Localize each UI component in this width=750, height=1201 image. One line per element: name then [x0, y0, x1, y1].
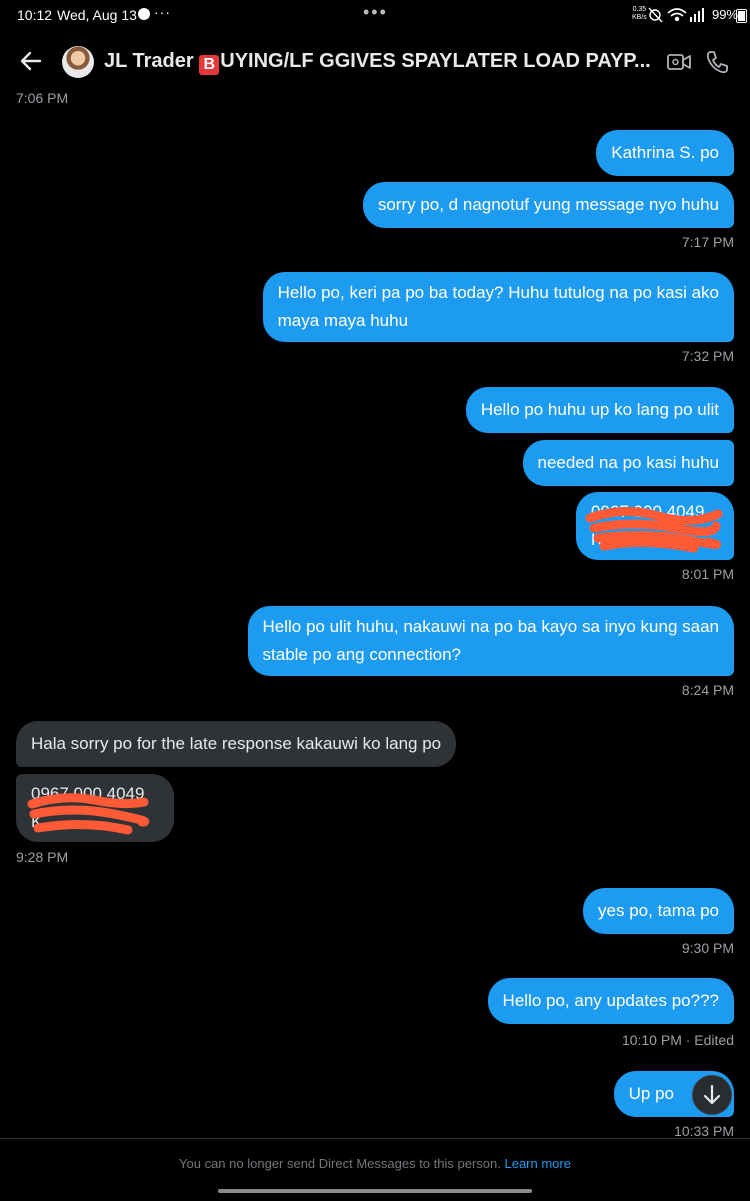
message-line: maya maya huhu	[277, 311, 409, 330]
outgoing-message-redacted[interactable]: 0967 000 4049 Ka...	[576, 492, 734, 560]
message-timestamp: 9:28 PM	[16, 849, 69, 865]
notice-text: You can no longer send Direct Messages t…	[179, 1156, 501, 1171]
outgoing-message[interactable]: Hello po, keri pa po ba today? Huhu tutu…	[262, 272, 734, 342]
redaction-scribble	[585, 506, 723, 553]
incoming-message-redacted[interactable]: 0967 000 4049 K...	[16, 774, 174, 842]
learn-more-link[interactable]: Learn more	[504, 1156, 570, 1171]
video-call-icon[interactable]	[666, 49, 692, 75]
b-emoji-badge: B	[199, 55, 220, 75]
message-timestamp: 9:30 PM	[681, 940, 734, 956]
contact-name-rest: UYING/LF GGIVES SPAYLATER LOAD PAYP...	[220, 50, 651, 72]
phone-icon[interactable]	[704, 49, 730, 75]
outgoing-message[interactable]: Hello po huhu up ko lang po ulit	[465, 387, 734, 433]
status-bar: 10:12 Wed, Aug 13 ··· ••• 0.35 KB/s 99%	[0, 0, 750, 30]
message-timestamp: 7:32 PM	[681, 348, 734, 364]
incoming-message[interactable]: Hala sorry po for the late response kaka…	[16, 721, 457, 767]
message-line: stable po ang connection?	[262, 645, 462, 664]
outgoing-message[interactable]: needed na po kasi huhu	[522, 440, 734, 486]
outgoing-message[interactable]: Hello po, any updates po???	[487, 978, 734, 1024]
redaction-scribble	[27, 793, 150, 835]
status-time: 10:12	[17, 7, 53, 23]
message-line: Hello po ulit huhu, nakauwi na po ba kay…	[262, 617, 719, 636]
signal-icon	[690, 8, 704, 22]
conversation-title[interactable]: JL Trader B UYING/LF GGIVES SPAYLATER LOA…	[104, 50, 660, 75]
alarm-off-icon	[648, 7, 663, 23]
network-speed: 0.35 KB/s	[632, 6, 647, 21]
conversation-header: JL Trader B UYING/LF GGIVES SPAYLATER LOA…	[0, 30, 750, 94]
avatar[interactable]	[62, 46, 94, 78]
dm-disabled-notice: You can no longer send Direct Messages t…	[0, 1156, 750, 1171]
message-timestamp: 7:17 PM	[681, 234, 734, 250]
wifi-icon	[667, 8, 687, 22]
message-timestamp: 8:01 PM	[681, 566, 734, 582]
message-line: Hello po, keri pa po ba today? Huhu tutu…	[277, 283, 719, 302]
message-timestamp: 10:10 PM · Edited	[621, 1032, 734, 1048]
messenger-icon	[138, 8, 150, 20]
back-arrow-icon[interactable]	[18, 48, 44, 74]
scroll-to-bottom-button[interactable]	[692, 1075, 732, 1115]
multitask-dots-icon: •••	[363, 2, 388, 22]
outgoing-message[interactable]: Kathrina S. po	[596, 130, 734, 176]
outgoing-message[interactable]: sorry po, d nagnotuf yung message nyo hu…	[362, 182, 734, 228]
message-timestamp: 7:06 PM	[16, 90, 69, 106]
more-notifications-icon: ···	[154, 4, 171, 20]
contact-name: JL Trader	[104, 50, 194, 72]
message-timestamp: 8:24 PM	[681, 682, 734, 698]
status-date: Wed, Aug 13	[57, 7, 137, 23]
battery-level: 99%	[712, 7, 739, 22]
message-timestamp: 10:33 PM	[674, 1123, 734, 1139]
outgoing-message[interactable]: yes po, tama po	[583, 888, 734, 934]
home-indicator[interactable]	[218, 1189, 532, 1193]
outgoing-message[interactable]: Hello po ulit huhu, nakauwi na po ba kay…	[247, 606, 734, 676]
battery-icon	[736, 9, 747, 23]
arrow-down-icon	[703, 1084, 721, 1105]
